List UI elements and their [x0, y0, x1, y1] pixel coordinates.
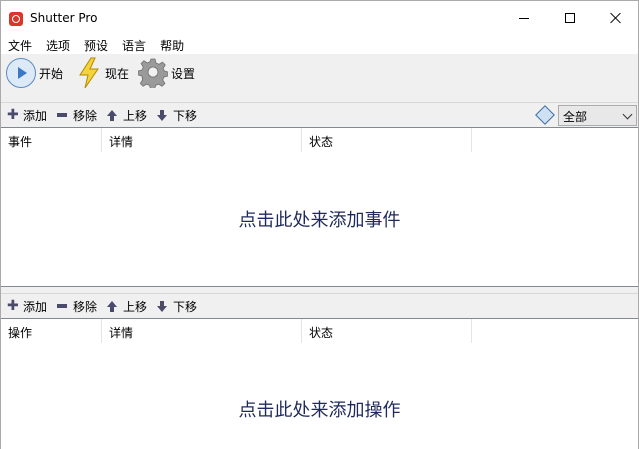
events-move-up-label: 上移	[123, 108, 148, 123]
column-action[interactable]: 操作	[1, 319, 102, 343]
events-remove-button[interactable]: 移除	[57, 103, 97, 127]
actions-list[interactable]: 操作 详情 状态 点击此处来添加操作	[1, 318, 638, 449]
actions-move-down-label: 下移	[173, 299, 198, 314]
arrow-up-icon	[107, 109, 117, 121]
plus-icon: ✚	[7, 298, 19, 314]
title-bar: Shutter Pro	[1, 1, 638, 35]
events-actionbar: ✚ 添加 移除 上移 下移 全部	[1, 102, 638, 126]
app-window: Shutter Pro 文件 选项 预设 语言 帮助 开始 现在 设置 ✚ 添加…	[0, 0, 639, 449]
actions-column-header: 操作 详情 状态	[1, 319, 638, 343]
menu-help[interactable]: 帮助	[153, 35, 191, 54]
events-column-header: 事件 详情 状态	[1, 128, 638, 152]
actions-move-up-label: 上移	[123, 299, 148, 314]
column-status[interactable]: 状态	[302, 128, 472, 152]
menu-presets[interactable]: 预设	[77, 35, 115, 54]
arrow-down-icon	[157, 109, 167, 121]
menu-options[interactable]: 选项	[39, 35, 77, 54]
actions-remove-button[interactable]: 移除	[57, 294, 97, 318]
actions-actionbar: ✚ 添加 移除 上移 下移	[1, 293, 638, 317]
main-toolbar: 开始 现在 设置	[1, 54, 638, 92]
chevron-down-icon	[622, 109, 633, 120]
actions-move-down-button[interactable]: 下移	[157, 294, 197, 318]
column-details[interactable]: 详情	[102, 319, 302, 343]
events-add-button[interactable]: ✚ 添加	[7, 103, 47, 127]
column-status[interactable]: 状态	[302, 319, 472, 343]
close-icon	[610, 12, 622, 24]
events-remove-label: 移除	[73, 108, 98, 123]
minimize-button[interactable]	[501, 1, 547, 35]
settings-button[interactable]: 设置	[138, 54, 195, 92]
arrow-up-icon	[107, 300, 117, 312]
menu-language[interactable]: 语言	[115, 35, 153, 54]
start-button[interactable]: 开始	[6, 54, 63, 92]
menu-file[interactable]: 文件	[1, 35, 39, 54]
settings-label: 设置	[171, 66, 196, 81]
actions-add-label: 添加	[23, 299, 48, 314]
actions-remove-label: 移除	[73, 299, 98, 314]
now-button[interactable]: 现在	[76, 54, 129, 92]
actions-move-up-button[interactable]: 上移	[107, 294, 147, 318]
events-move-down-label: 下移	[173, 108, 198, 123]
add-event-prompt[interactable]: 点击此处来添加事件	[1, 206, 638, 232]
event-filter-select[interactable]: 全部	[558, 105, 637, 126]
minus-icon	[57, 304, 67, 308]
add-action-prompt[interactable]: 点击此处来添加操作	[1, 396, 638, 422]
minus-icon	[57, 113, 67, 117]
column-details[interactable]: 详情	[102, 128, 302, 152]
maximize-button[interactable]	[547, 1, 593, 35]
arrow-down-icon	[157, 300, 167, 312]
play-icon	[6, 58, 36, 88]
close-button[interactable]	[593, 1, 639, 35]
events-add-label: 添加	[23, 108, 48, 123]
app-logo-icon	[9, 12, 23, 26]
actions-add-button[interactable]: ✚ 添加	[7, 294, 47, 318]
window-title: Shutter Pro	[30, 11, 98, 25]
menu-bar: 文件 选项 预设 语言 帮助	[1, 35, 638, 54]
events-move-up-button[interactable]: 上移	[107, 103, 147, 127]
minimize-icon	[519, 17, 529, 19]
maximize-icon	[565, 13, 575, 23]
filter-icon	[535, 105, 555, 125]
column-event[interactable]: 事件	[1, 128, 102, 152]
plus-icon: ✚	[7, 107, 19, 123]
events-list[interactable]: 事件 详情 状态 点击此处来添加事件	[1, 127, 638, 287]
gear-icon	[138, 58, 168, 88]
start-label: 开始	[39, 66, 64, 81]
lightning-icon	[79, 57, 99, 89]
now-label: 现在	[105, 66, 130, 81]
events-move-down-button[interactable]: 下移	[157, 103, 197, 127]
event-filter-value: 全部	[563, 110, 588, 124]
